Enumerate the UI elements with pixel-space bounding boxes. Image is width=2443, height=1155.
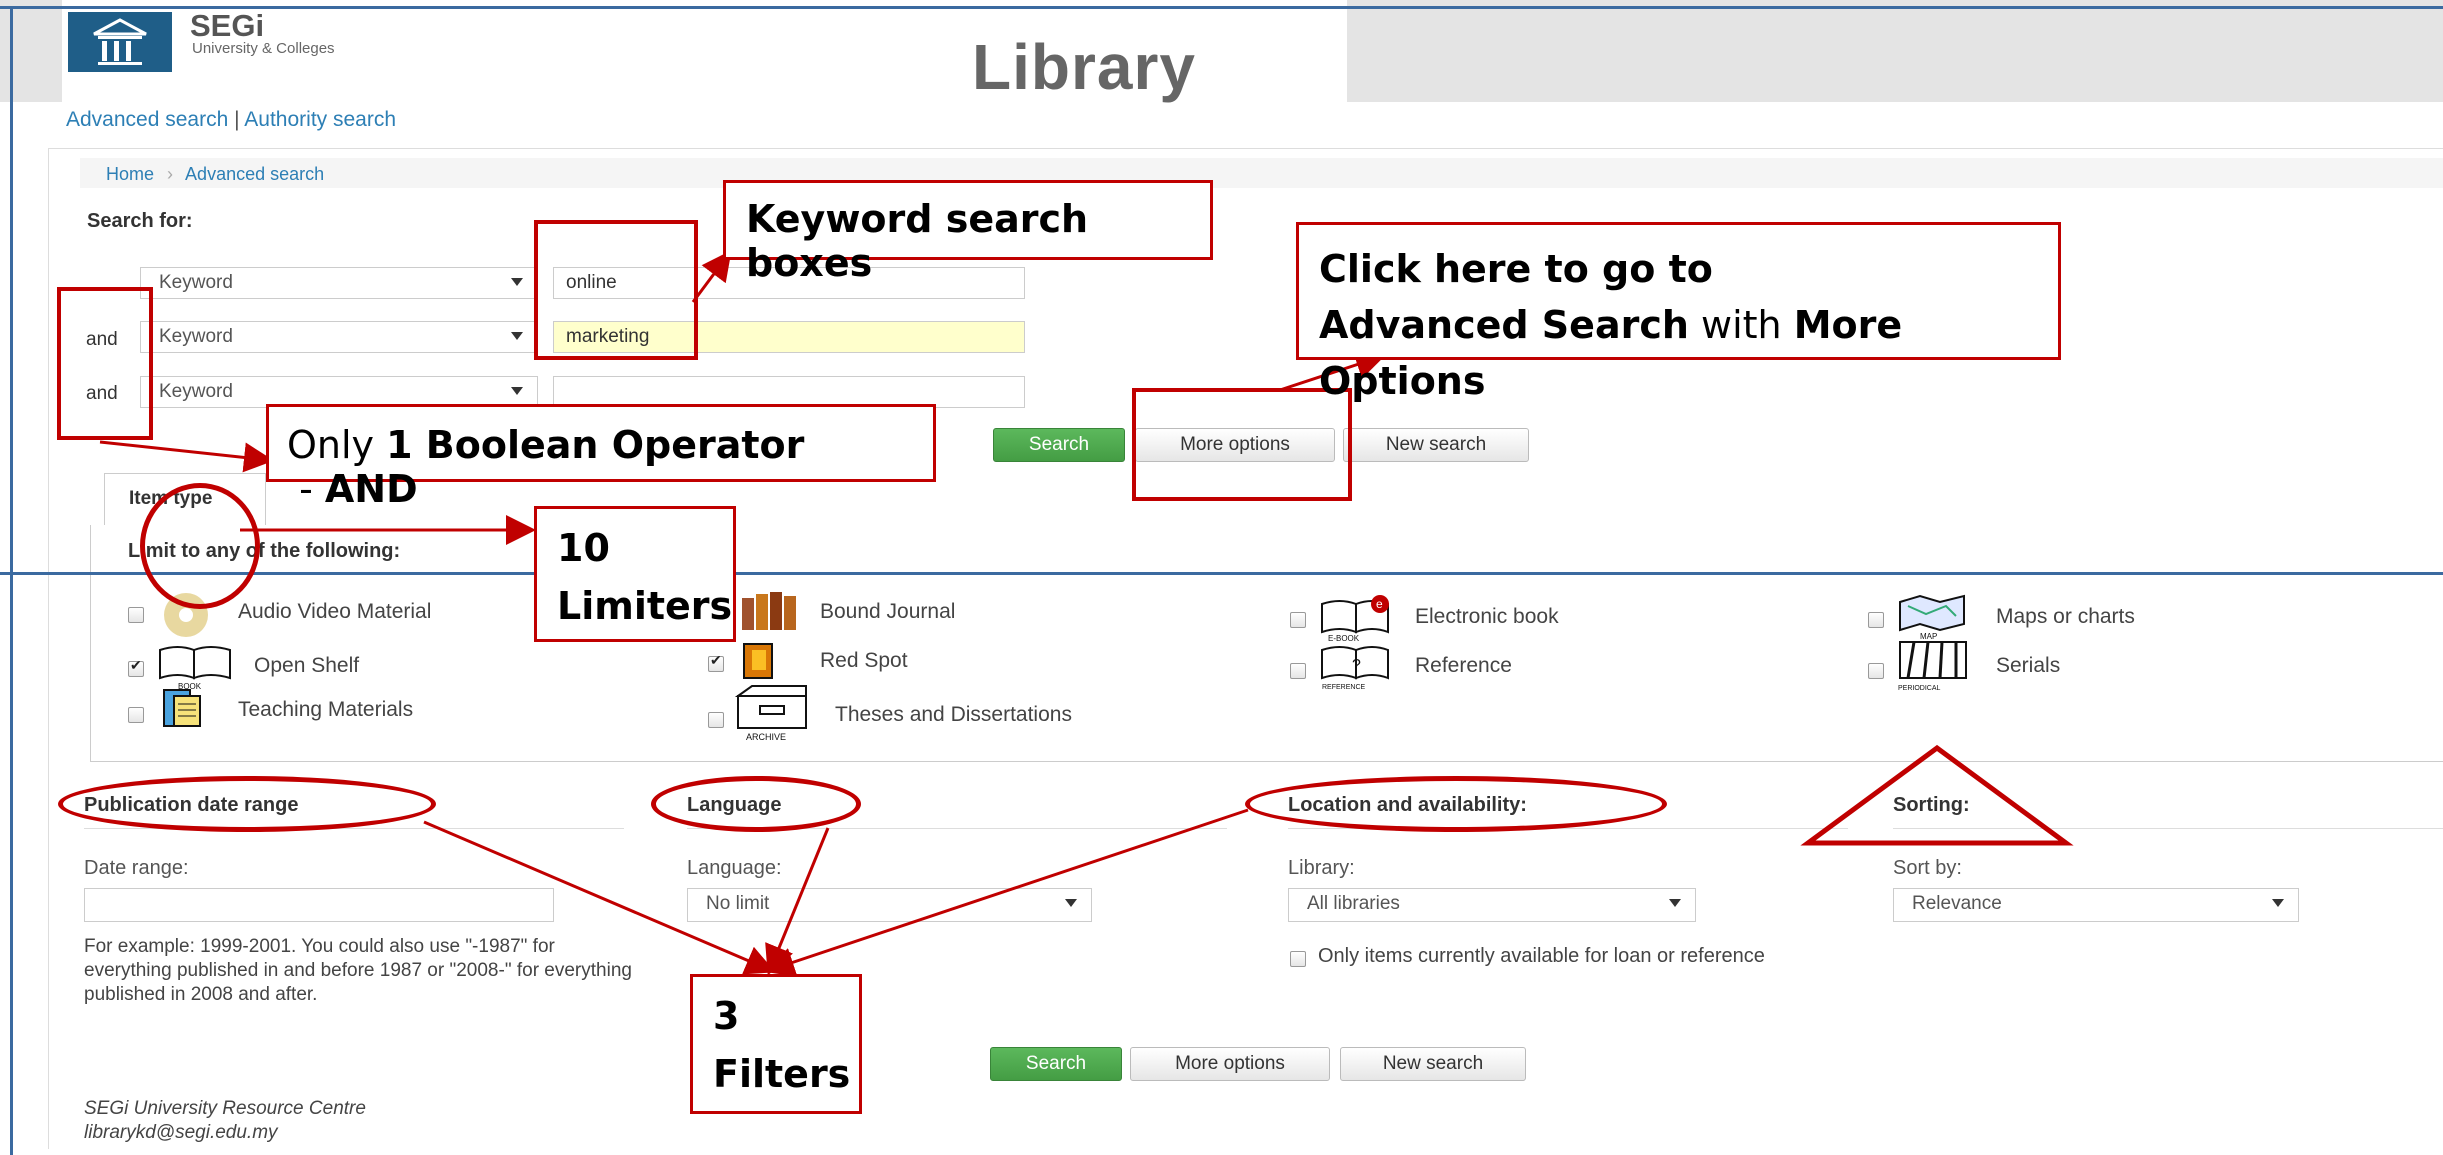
sorting-triangle-marker (1800, 744, 2074, 846)
boolean-callout-pre: Only (287, 423, 387, 467)
advanced-callout: Click here to go to Advanced Search with… (1296, 222, 2061, 403)
keyword-highlight-box (534, 220, 698, 360)
filters-text: Filters (713, 1052, 851, 1096)
location-ellipse (1245, 776, 1667, 832)
filters-callout: 3 Filters (690, 974, 862, 1114)
pubdate-ellipse (58, 776, 436, 832)
boolean-callout-bold: 1 Boolean Operator (386, 423, 805, 467)
advanced-callout-line2: Advanced Search with More Options (1319, 297, 2058, 409)
boolean-callout: Only 1 Boolean Operator - AND (266, 404, 936, 511)
boolean-highlight-box (57, 287, 153, 440)
filters-count: 3 (713, 994, 740, 1038)
limiters-count: 10 (557, 526, 610, 570)
keyword-callout: Keyword search boxes (723, 180, 1213, 285)
advanced-callout-mid: with (1688, 303, 1794, 347)
limiters-text: Limiters (557, 584, 733, 628)
annotation-arrows (99, 250, 2074, 977)
limiters-callout: 10 Limiters (534, 506, 736, 642)
advanced-callout-bold: Advanced Search (1319, 303, 1689, 347)
language-ellipse (651, 776, 861, 832)
advanced-callout-line1: Click here to go to (1319, 247, 1713, 291)
item-type-ellipse (140, 483, 260, 609)
boolean-callout-bold2: AND (324, 467, 418, 511)
boolean-callout-mid: - (287, 467, 325, 511)
